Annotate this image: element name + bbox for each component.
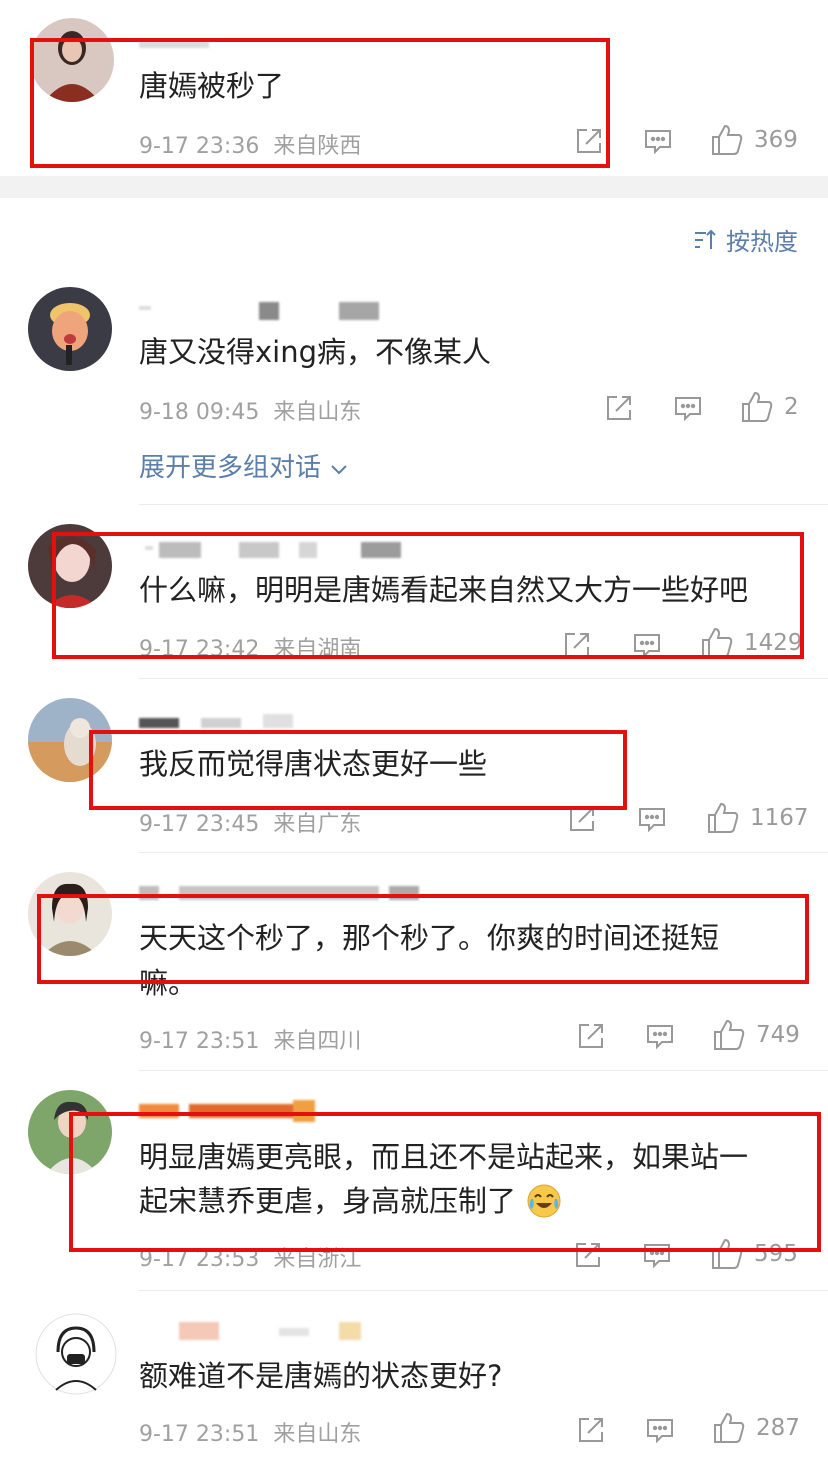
like-button[interactable]: 1167 xyxy=(706,801,809,835)
like-button[interactable]: 287 xyxy=(712,1411,800,1445)
like-button[interactable]: 749 xyxy=(712,1018,800,1052)
share-icon[interactable] xyxy=(576,1415,606,1445)
thumbs-up-icon xyxy=(714,1412,745,1443)
like-button[interactable]: 2 xyxy=(740,390,799,424)
sort-icon xyxy=(695,229,716,249)
divider xyxy=(139,852,828,853)
comment-location: 来自山东 xyxy=(273,1422,362,1447)
comment-location: 来自广东 xyxy=(273,812,362,837)
share-icon[interactable] xyxy=(576,1021,606,1051)
avatar[interactable] xyxy=(28,287,112,371)
avatar[interactable] xyxy=(34,1312,118,1396)
expand-label: 展开更多组对话 xyxy=(139,453,322,483)
username-blurred[interactable] xyxy=(139,1320,369,1342)
thumbs-up-icon xyxy=(742,391,773,422)
comment-location: 来自四川 xyxy=(273,1029,362,1054)
comment-time: 9-17 23:45 xyxy=(139,812,260,837)
comment-icon[interactable] xyxy=(637,804,667,834)
comment-icon[interactable] xyxy=(643,126,673,156)
comment-text: 额难道不是唐嫣的状态更好? xyxy=(139,1359,503,1393)
sort-label: 按热度 xyxy=(726,228,798,256)
highlight-box xyxy=(69,1112,821,1252)
thumbs-up-icon xyxy=(714,1019,745,1050)
highlight-box xyxy=(52,532,804,659)
like-count: 1167 xyxy=(750,805,809,831)
section-separator xyxy=(0,176,828,198)
comment-meta: 9-18 09:45 来自山东 xyxy=(139,394,361,426)
expand-replies-link[interactable]: 展开更多组对话 xyxy=(139,447,349,484)
divider xyxy=(139,1070,828,1071)
comment-meta: 9-17 23:45 来自广东 xyxy=(139,806,361,838)
sort-button[interactable]: 按热度 xyxy=(692,222,798,257)
like-count: 749 xyxy=(756,1022,800,1048)
like-count: 2 xyxy=(784,394,799,420)
comment-meta: 9-17 23:51 来自山东 xyxy=(139,1416,361,1448)
divider xyxy=(139,504,828,505)
highlight-box xyxy=(89,730,627,810)
like-count: 287 xyxy=(756,1415,800,1441)
thumbs-up-icon xyxy=(712,124,743,155)
comment-time: 9-18 09:45 xyxy=(139,400,260,425)
divider xyxy=(139,678,828,679)
divider xyxy=(139,1290,828,1291)
highlight-box xyxy=(30,38,610,168)
comment-time: 9-17 23:51 xyxy=(139,1422,260,1447)
comment-meta: 9-17 23:51 来自四川 xyxy=(139,1023,361,1055)
chevron-down-icon xyxy=(331,465,347,475)
comment-location: 来自山东 xyxy=(273,400,362,425)
share-icon[interactable] xyxy=(604,393,634,423)
thumbs-up-icon xyxy=(708,802,739,833)
like-button[interactable]: 369 xyxy=(710,123,798,157)
comment-text: 唐又没得xing病，不像某人 xyxy=(139,335,492,369)
highlight-box xyxy=(37,894,809,984)
comment-icon[interactable] xyxy=(673,393,703,423)
comment-time: 9-17 23:51 xyxy=(139,1029,260,1054)
comment-icon[interactable] xyxy=(645,1021,675,1051)
comment-icon[interactable] xyxy=(645,1415,675,1445)
username-blurred[interactable] xyxy=(139,300,379,320)
like-count: 369 xyxy=(754,127,798,153)
